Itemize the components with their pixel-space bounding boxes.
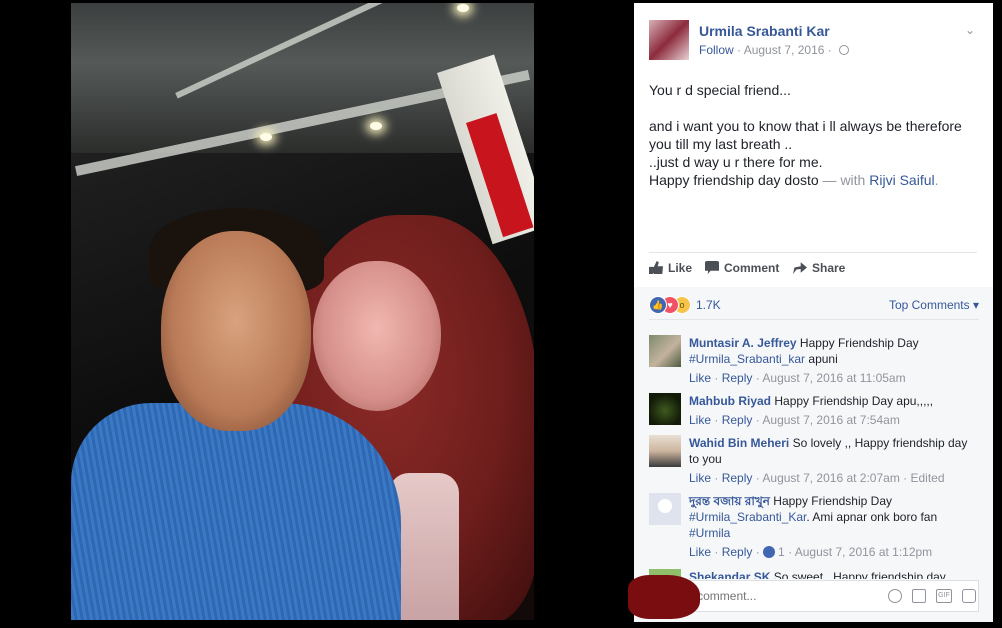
meta-separator: · bbox=[824, 43, 836, 57]
comment-actions: Like · Reply · 1 · August 7, 2016 at 1:1… bbox=[689, 544, 979, 560]
like-count-icon bbox=[763, 546, 776, 558]
comment-reply-link[interactable]: Reply bbox=[722, 545, 753, 559]
comment-like-link[interactable]: Like bbox=[689, 371, 711, 385]
commenter-name[interactable]: Wahid Bin Meheri bbox=[689, 436, 789, 450]
commenter-name[interactable]: Mahbub Riyad bbox=[689, 394, 771, 408]
separator: · bbox=[711, 545, 722, 559]
comment-text: Happy Friendship Day bbox=[769, 494, 892, 508]
redaction-mark bbox=[628, 575, 700, 619]
man-shirt bbox=[71, 403, 401, 620]
tagged-friend-link[interactable]: Rijvi Saiful bbox=[869, 172, 934, 188]
like-label: Like bbox=[668, 261, 693, 275]
commenter-avatar[interactable] bbox=[649, 393, 681, 425]
separator: · bbox=[711, 413, 722, 427]
emoji-icon[interactable] bbox=[888, 589, 902, 603]
comment-timestamp[interactable]: August 7, 2016 at 2:07am bbox=[762, 471, 899, 485]
separator: · bbox=[711, 371, 722, 385]
separator: · bbox=[899, 471, 911, 485]
post-side-panel: Urmila Srabanti Kar Follow · August 7, 2… bbox=[634, 3, 993, 622]
comment-bubble-icon bbox=[705, 261, 719, 274]
separator: · bbox=[752, 371, 763, 385]
comment-text: Happy Friendship Day apu,,,,, bbox=[771, 394, 934, 408]
meta-separator: · bbox=[733, 43, 744, 57]
post-photo[interactable] bbox=[71, 3, 534, 620]
gif-icon[interactable]: GIF bbox=[936, 589, 952, 603]
man-face bbox=[161, 231, 311, 431]
share-arrow-icon bbox=[793, 262, 807, 274]
default-avatar-icon[interactable] bbox=[649, 493, 681, 525]
comment-text: . Ami apnar onk boro fan bbox=[806, 510, 938, 524]
separator: · bbox=[752, 413, 763, 427]
sticker-icon[interactable] bbox=[962, 589, 976, 603]
author-avatar[interactable] bbox=[649, 20, 689, 60]
comment-like-link[interactable]: Like bbox=[689, 413, 711, 427]
ceiling-light bbox=[260, 133, 272, 141]
commenter-name[interactable]: দুরন্ত বজায় রাখুন bbox=[689, 494, 770, 508]
edited-label[interactable]: Edited bbox=[911, 471, 945, 485]
comment-like-count[interactable]: 1 bbox=[778, 545, 785, 559]
comment-button[interactable]: Comment bbox=[705, 261, 779, 275]
comment-actions: Like · Reply · August 7, 2016 at 7:54am bbox=[689, 412, 979, 428]
post-meta: Follow · August 7, 2016 · bbox=[699, 43, 850, 57]
comment-reply-link[interactable]: Reply bbox=[722, 371, 753, 385]
reaction-count[interactable]: 1.7K bbox=[696, 298, 721, 312]
comment-actions: Like · Reply · August 7, 2016 at 2:07am … bbox=[689, 470, 979, 486]
comment-label: Comment bbox=[724, 261, 780, 275]
comment-reply-link[interactable]: Reply bbox=[722, 413, 753, 427]
like-button[interactable]: Like bbox=[649, 261, 692, 275]
post-header: Urmila Srabanti Kar Follow · August 7, 2… bbox=[634, 3, 993, 63]
post-action-bar: Like Comment Share bbox=[649, 252, 977, 288]
woman-face bbox=[313, 261, 441, 411]
separator: · bbox=[752, 545, 764, 559]
comment-body: Mahbub Riyad Happy Friendship Day apu,,,… bbox=[689, 393, 979, 428]
comment-item: Shekandar SK So sweet.. Happy friendship… bbox=[649, 569, 979, 579]
ceiling-light bbox=[457, 4, 469, 12]
separator: · bbox=[752, 471, 763, 485]
share-label: Share bbox=[812, 261, 846, 275]
follow-link[interactable]: Follow bbox=[699, 43, 734, 57]
comment-text: Happy Friendship Day bbox=[796, 336, 919, 350]
chevron-down-icon[interactable]: ⌄ bbox=[965, 23, 975, 37]
comment-text: apuni bbox=[805, 352, 838, 366]
comment-like-link[interactable]: Like bbox=[689, 471, 711, 485]
comment-like-link[interactable]: Like bbox=[689, 545, 711, 559]
author-name[interactable]: Urmila Srabanti Kar bbox=[699, 23, 830, 39]
comment-body: দুরন্ত বজায় রাখুন Happy Friendship Day … bbox=[689, 493, 979, 560]
tagged-suffix: . bbox=[934, 172, 939, 188]
comment-sort-dropdown[interactable]: Top Comments ▾ bbox=[889, 298, 979, 312]
share-button[interactable]: Share bbox=[793, 261, 845, 275]
hashtag-link[interactable]: #Urmila_Srabanti_Kar bbox=[689, 510, 806, 524]
comment-timestamp[interactable]: August 7, 2016 at 11:05am bbox=[762, 371, 905, 385]
reactions-summary: 👍 ♥ o 1.7K Top Comments ▾ bbox=[649, 295, 979, 320]
globe-icon bbox=[839, 45, 850, 55]
comment-text: So sweet.. Happy friendship day bbox=[770, 570, 946, 579]
ceiling-light bbox=[370, 122, 382, 130]
post-date[interactable]: August 7, 2016 bbox=[744, 43, 825, 57]
commenter-name[interactable]: Shekandar SK bbox=[689, 570, 770, 579]
thumbs-up-icon bbox=[649, 261, 663, 274]
with-label: — with bbox=[818, 172, 870, 188]
hashtag-link[interactable]: #Urmila_Srabanti_kar bbox=[689, 352, 805, 366]
comment-reply-link[interactable]: Reply bbox=[722, 471, 753, 485]
commenter-avatar[interactable] bbox=[649, 335, 681, 367]
comment-body: Wahid Bin Meheri So lovely ,, Happy frie… bbox=[689, 435, 979, 486]
like-reaction-icon[interactable]: 👍 bbox=[649, 296, 667, 314]
commenter-avatar[interactable] bbox=[649, 435, 681, 467]
comment-actions: Like · Reply · August 7, 2016 at 11:05am bbox=[689, 370, 979, 386]
camera-icon[interactable] bbox=[912, 589, 926, 603]
comment-body: Shekandar SK So sweet.. Happy friendship… bbox=[689, 569, 979, 579]
post-text: You r d special friend... and i want you… bbox=[649, 81, 979, 189]
comment-timestamp[interactable]: August 7, 2016 at 1:12pm bbox=[795, 545, 932, 559]
separator: · bbox=[784, 545, 795, 559]
comment-body: Muntasir A. Jeffrey Happy Friendship Day… bbox=[689, 335, 979, 386]
separator: · bbox=[711, 471, 722, 485]
commenter-name[interactable]: Muntasir A. Jeffrey bbox=[689, 336, 797, 350]
hashtag-link[interactable]: #Urmila bbox=[689, 526, 730, 540]
comment-timestamp[interactable]: August 7, 2016 at 7:54am bbox=[762, 413, 899, 427]
comments-section: 👍 ♥ o 1.7K Top Comments ▾ Muntasir A. Je… bbox=[634, 287, 993, 622]
